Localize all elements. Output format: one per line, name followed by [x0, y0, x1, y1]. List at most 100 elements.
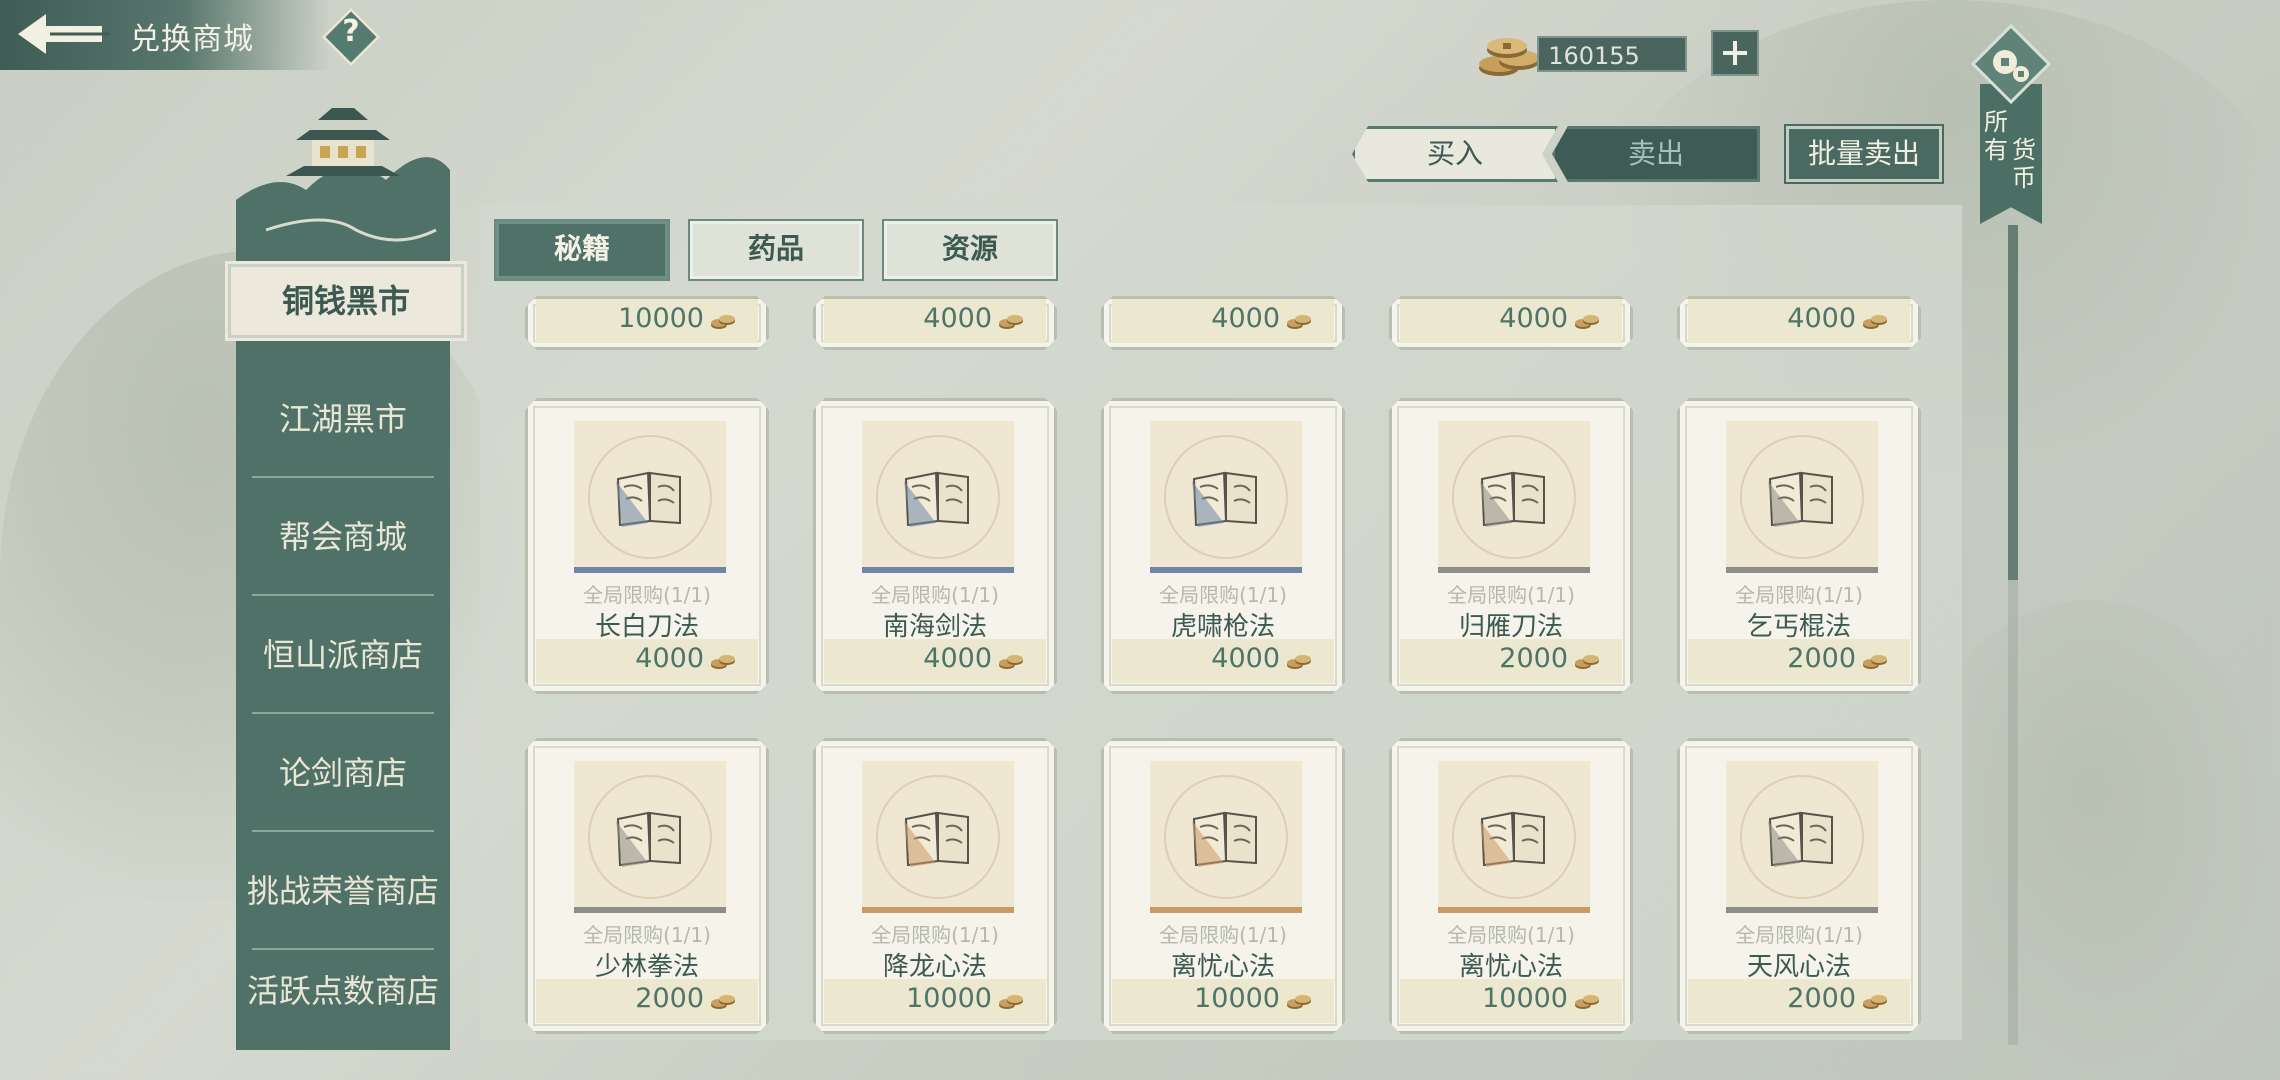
bulk-sell-label: 批量卖出 — [1807, 137, 1920, 170]
top-header: 兑换商城 — [0, 0, 330, 70]
item-icon-frame — [862, 421, 1014, 573]
sidebar-item-hengshan-shop[interactable]: 恒山派商店 — [236, 596, 450, 714]
price-bar: 4000 — [1688, 299, 1910, 343]
sidebar-item-guild-shop[interactable]: 帮会商城 — [236, 478, 450, 596]
secret-book-icon — [900, 805, 976, 869]
item-price: 2000 — [1787, 983, 1856, 1014]
copper-coin-icon — [998, 651, 1024, 671]
item-icon-frame — [1150, 421, 1302, 573]
shop-item-card[interactable]: 全局限购(1/1) 长白刀法 4000 — [525, 398, 769, 694]
shop-item-card[interactable]: 4000 — [1677, 296, 1921, 350]
price-bar: 4000 — [536, 639, 758, 683]
sell-tab[interactable]: 卖出 — [1552, 126, 1760, 182]
rarity-stripe — [1150, 907, 1302, 913]
purchase-limit: 全局限购(1/1) — [1159, 583, 1287, 607]
item-price: 2000 — [1499, 643, 1568, 674]
shop-item-card[interactable]: 全局限购(1/1) 少林拳法 2000 — [525, 738, 769, 1034]
sidebar-item-sword-shop[interactable]: 论剑商店 — [236, 714, 450, 832]
purchase-limit: 全局限购(1/1) — [871, 923, 999, 947]
price-bar: 10000 — [536, 299, 758, 343]
price-bar: 4000 — [1112, 639, 1334, 683]
price-bar: 2000 — [536, 979, 758, 1023]
all-currency-label-1: 所有 — [1984, 108, 2008, 164]
sidebar-item-copper-market[interactable]: 铜钱黑市 — [228, 264, 464, 338]
item-icon-frame — [1726, 421, 1878, 573]
buy-label: 买入 — [1426, 137, 1483, 170]
sidebar-item-jianghu-market[interactable]: 江湖黑市 — [236, 360, 450, 478]
shop-item-card[interactable]: 4000 — [1389, 296, 1633, 350]
item-name: 长白刀法 — [594, 612, 699, 642]
item-icon-frame — [1438, 421, 1590, 573]
sidebar-item-label: 帮会商城 — [278, 518, 407, 556]
item-price: 4000 — [1499, 303, 1568, 334]
copper-coin-icon — [1286, 311, 1312, 331]
secret-book-icon — [900, 465, 976, 529]
rarity-stripe — [574, 907, 726, 913]
copper-coin-icon — [1574, 991, 1600, 1011]
shop-item-card[interactable]: 4000 — [1101, 296, 1345, 350]
right-scroll-thumb[interactable] — [2008, 225, 2018, 580]
purchase-limit: 全局限购(1/1) — [1159, 923, 1287, 947]
sidebar-item-label: 江湖黑市 — [278, 400, 407, 438]
tab-secret-books[interactable]: 秘籍 — [494, 219, 670, 281]
purchase-limit: 全局限购(1/1) — [1447, 923, 1575, 947]
copper-coin-icon — [1286, 991, 1312, 1011]
item-price: 10000 — [906, 983, 992, 1014]
item-price: 4000 — [923, 303, 992, 334]
all-currency-ribbon: 所有 货币 — [1980, 84, 2042, 224]
copper-coin-icon — [998, 991, 1024, 1011]
add-currency-button[interactable] — [1711, 30, 1759, 76]
tab-resources[interactable]: 资源 — [882, 219, 1058, 281]
currency-bar: 160155 — [1537, 36, 1687, 72]
tab-medicine[interactable]: 药品 — [688, 219, 864, 281]
shop-item-card[interactable]: 全局限购(1/1) 离忧心法 10000 — [1101, 738, 1345, 1034]
rarity-stripe — [1726, 567, 1878, 573]
item-icon-frame — [574, 761, 726, 913]
shop-item-card[interactable]: 全局限购(1/1) 归雁刀法 2000 — [1389, 398, 1633, 694]
item-price: 4000 — [923, 643, 992, 674]
shop-item-card[interactable]: 全局限购(1/1) 南海剑法 4000 — [813, 398, 1057, 694]
tab-label: 资源 — [941, 232, 998, 265]
help-button[interactable]: ? — [318, 4, 384, 70]
buy-tab[interactable]: 买入 — [1352, 126, 1558, 182]
item-grid[interactable]: 10000 4000 4000 4000 4000 全局限购(1/1) 长白刀法 4000 全局… — [510, 296, 1950, 1040]
page-title: 兑换商城 — [130, 22, 254, 57]
item-price: 2000 — [635, 983, 704, 1014]
price-bar: 2000 — [1400, 639, 1622, 683]
shop-item-card[interactable]: 全局限购(1/1) 离忧心法 10000 — [1389, 738, 1633, 1034]
all-currency-button[interactable]: 所有 货币 — [1958, 14, 2064, 224]
copper-coin-icon — [710, 311, 736, 331]
item-icon-frame — [862, 761, 1014, 913]
shop-item-card[interactable]: 全局限购(1/1) 虎啸枪法 4000 — [1101, 398, 1345, 694]
item-icon-frame — [1726, 761, 1878, 913]
secret-book-icon — [612, 465, 688, 529]
item-name: 降龙心法 — [882, 952, 987, 982]
sidebar-item-label: 论剑商店 — [278, 754, 407, 792]
sidebar-item-activity-shop[interactable]: 活跃点数商店 — [236, 932, 450, 1050]
bulk-sell-button[interactable]: 批量卖出 — [1784, 124, 1944, 184]
purchase-limit: 全局限购(1/1) — [583, 583, 711, 607]
currency-display: 160155 — [1475, 26, 1775, 84]
copper-coin-icon — [710, 991, 736, 1011]
rarity-stripe — [1438, 907, 1590, 913]
item-price: 4000 — [1787, 303, 1856, 334]
rarity-stripe — [862, 907, 1014, 913]
copper-coin-icon — [1862, 651, 1888, 671]
item-price: 10000 — [1194, 983, 1280, 1014]
price-bar: 10000 — [824, 979, 1046, 1023]
shop-item-card[interactable]: 全局限购(1/1) 乞丐棍法 2000 — [1677, 398, 1921, 694]
trade-toggle: 买入 卖出 — [1352, 126, 1760, 182]
item-price: 4000 — [1211, 643, 1280, 674]
shop-item-card[interactable]: 10000 — [525, 296, 769, 350]
secret-book-icon — [1188, 465, 1264, 529]
currency-amount: 160155 — [1548, 42, 1640, 70]
secret-book-icon — [1764, 805, 1840, 869]
secret-book-icon — [1476, 805, 1552, 869]
shop-item-card[interactable]: 全局限购(1/1) 降龙心法 10000 — [813, 738, 1057, 1034]
shop-sidebar: 铜钱黑市 江湖黑市 帮会商城 恒山派商店 论剑商店 挑战荣誉商店 活跃点数商店 — [228, 200, 464, 1050]
back-button[interactable] — [10, 6, 120, 62]
shop-item-card[interactable]: 全局限购(1/1) 天风心法 2000 — [1677, 738, 1921, 1034]
shop-item-card[interactable]: 4000 — [813, 296, 1057, 350]
copper-coin-icon — [998, 311, 1024, 331]
rarity-stripe — [1150, 567, 1302, 573]
